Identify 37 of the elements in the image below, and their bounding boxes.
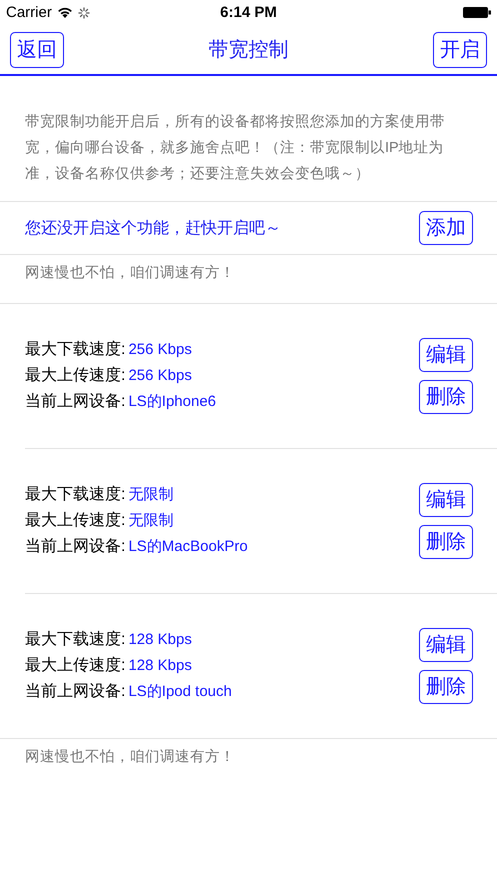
- field-label: 当前上网设备:: [25, 393, 126, 410]
- upload-speed: 128 Kbps: [128, 657, 192, 674]
- field-label: 最大上传速度:: [25, 367, 126, 384]
- edit-button[interactable]: 编辑: [419, 628, 473, 662]
- device-name: LS的Ipod touch: [128, 683, 232, 700]
- upload-speed: 256 Kbps: [128, 367, 192, 384]
- device-name: LS的MacBookPro: [128, 538, 248, 555]
- field-label: 最大下载速度:: [25, 341, 126, 358]
- edit-button[interactable]: 编辑: [419, 483, 473, 517]
- download-speed: 256 Kbps: [128, 341, 192, 358]
- field-label: 当前上网设备:: [25, 683, 126, 700]
- back-button[interactable]: 返回: [10, 32, 64, 68]
- battery-icon: [463, 7, 491, 18]
- edit-button[interactable]: 编辑: [419, 338, 473, 372]
- delete-button[interactable]: 删除: [419, 380, 473, 414]
- field-label: 最大下载速度:: [25, 486, 126, 503]
- slogan-text: 网速慢也不怕，咱们调速有方！: [25, 265, 235, 281]
- field-label: 最大上传速度:: [25, 512, 126, 529]
- description-text: 带宽限制功能开启后，所有的设备都将按照您添加的方案使用带宽，偏向哪台设备，就多施舍点吧！（注：带宽限制以IP地址为准，设备名称仅供参考；还要注意失效会变色哦～）: [0, 76, 497, 202]
- field-label: 当前上网设备:: [25, 538, 126, 555]
- add-button[interactable]: 添加: [419, 211, 473, 245]
- field-label: 最大上传速度:: [25, 657, 126, 674]
- enable-button[interactable]: 开启: [433, 32, 487, 68]
- wifi-icon: [56, 6, 73, 18]
- slogan-text: 网速慢也不怕，咱们调速有方！: [25, 749, 235, 765]
- activity-spinner-icon: [78, 6, 90, 18]
- delete-button[interactable]: 删除: [419, 525, 473, 559]
- page-title: 带宽控制: [208, 38, 288, 63]
- upload-speed: 无限制: [128, 512, 174, 529]
- device-name: LS的Iphone6: [128, 393, 216, 410]
- carrier-name: Carrier: [6, 4, 52, 21]
- download-speed: 128 Kbps: [128, 631, 192, 648]
- status-time: 6:14 PM: [220, 4, 277, 21]
- notice-text: 您还没开启这个功能，赶快开启吧～: [25, 218, 281, 238]
- field-label: 最大下载速度:: [25, 631, 126, 648]
- delete-button[interactable]: 删除: [419, 670, 473, 704]
- download-speed: 无限制: [128, 486, 174, 503]
